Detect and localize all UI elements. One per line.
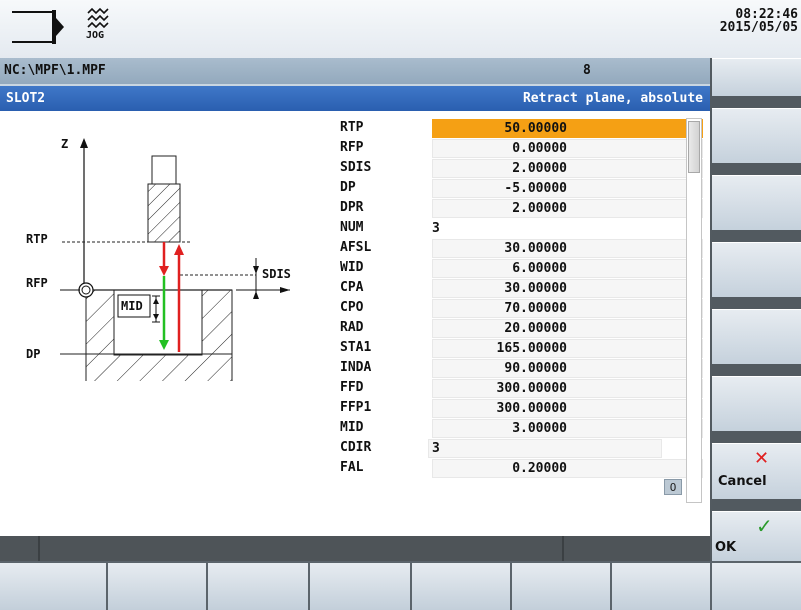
vertical-softkey-2[interactable] (712, 108, 801, 163)
program-path-bar: NC:\MPF\1.MPF 8 (0, 58, 710, 84)
param-label-mid: MID (340, 420, 364, 435)
cancel-label: Cancel (718, 474, 767, 489)
cycle-title-bar: SLOT2 Retract plane, absolute (0, 86, 710, 111)
cdir-toggle-icon[interactable]: O (664, 479, 682, 495)
param-field-sdis[interactable]: 2.00000 (432, 159, 703, 178)
horizontal-softkey-4[interactable] (310, 563, 410, 610)
param-label-fal: FAL (340, 460, 364, 475)
param-label-cpa: CPA (340, 280, 364, 295)
horizontal-softkey-3[interactable] (208, 563, 308, 610)
param-label-wid: WID (340, 260, 364, 275)
param-field-wid[interactable]: 6.00000 (432, 259, 703, 278)
param-field-rtp[interactable]: 50.00000 (432, 119, 703, 138)
param-field-afsl[interactable]: 30.00000 (432, 239, 703, 258)
parameter-description: Retract plane, absolute (522, 91, 703, 106)
jog-label: JOG (86, 30, 105, 41)
param-label-afsl: AFSL (340, 240, 372, 255)
cycle-name: SLOT2 (6, 91, 46, 106)
ok-check-icon: ✓ (756, 514, 773, 538)
cancel-icon: ✕ (754, 448, 770, 469)
scrollbar[interactable] (686, 118, 702, 503)
param-field-fal[interactable]: 0.20000 (432, 459, 703, 478)
param-field-dpr[interactable]: 2.00000 (432, 199, 703, 218)
param-label-dpr: DPR (340, 200, 364, 215)
param-field-rad[interactable]: 20.00000 (432, 319, 703, 338)
ok-label: OK (715, 540, 737, 555)
jog-mode-icon[interactable]: JOG (76, 3, 120, 51)
mid-label: MID (121, 299, 143, 313)
param-field-ffp1[interactable]: 300.00000 (432, 399, 703, 418)
horizontal-softkey-1[interactable] (0, 563, 106, 610)
dp-label: DP (26, 347, 41, 361)
sdis-label: SDIS (262, 267, 291, 281)
slot-diagram-graphic (60, 138, 290, 395)
param-field-cpo[interactable]: 70.00000 (432, 299, 703, 318)
scrollbar-thumb[interactable] (688, 121, 700, 173)
param-label-ffp1: FFP1 (340, 400, 372, 415)
param-label-rfp: RFP (340, 140, 364, 155)
param-label-num: NUM (340, 220, 364, 235)
param-field-num[interactable]: 3 (428, 219, 703, 238)
horizontal-softkey-2[interactable] (108, 563, 206, 610)
param-label-rtp: RTP (340, 120, 364, 135)
program-number: 8 (583, 63, 591, 78)
vertical-softkey-1[interactable] (712, 58, 801, 96)
param-field-dp[interactable]: -5.00000 (432, 179, 703, 198)
param-label-ffd: FFD (340, 380, 364, 395)
param-label-sta1: STA1 (340, 340, 372, 355)
horizontal-softkey-5[interactable] (412, 563, 510, 610)
status-divider (562, 536, 564, 561)
cancel-button[interactable]: ✕ Cancel (712, 443, 801, 499)
param-label-inda: INDA (340, 360, 372, 375)
vertical-softkey-4[interactable] (712, 242, 801, 297)
horizontal-softkey-8[interactable] (712, 563, 801, 610)
vertical-softkey-3[interactable] (712, 175, 801, 230)
param-field-ffd[interactable]: 300.00000 (432, 379, 703, 398)
machine-area-icon[interactable] (10, 6, 68, 48)
program-path: NC:\MPF\1.MPF (4, 63, 106, 78)
param-label-dp: DP (340, 180, 356, 195)
param-field-cpa[interactable]: 30.00000 (432, 279, 703, 298)
ok-button[interactable]: ✓ OK (712, 511, 801, 561)
param-label-cdir: CDIR (340, 440, 372, 455)
clock-date: 2015/05/05 (719, 20, 798, 35)
status-divider (38, 536, 40, 561)
parameter-list: RTP 50.00000 RFP 0.00000 SDIS 2.00000 DP… (340, 118, 703, 528)
param-field-cdir[interactable]: 3 (428, 439, 662, 458)
horizontal-softkey-6[interactable] (512, 563, 610, 610)
param-label-rad: RAD (340, 320, 364, 335)
param-field-sta1[interactable]: 165.00000 (432, 339, 703, 358)
z-axis-label: Z (61, 137, 69, 151)
param-field-inda[interactable]: 90.00000 (432, 359, 703, 378)
status-bar (0, 536, 710, 561)
horizontal-softkey-7[interactable] (612, 563, 710, 610)
param-label-sdis: SDIS (340, 160, 372, 175)
vertical-softkey-5[interactable] (712, 309, 801, 364)
param-label-cpo: CPO (340, 300, 364, 315)
param-field-rfp[interactable]: 0.00000 (432, 139, 703, 158)
rtp-label: RTP (26, 232, 48, 246)
rfp-label: RFP (26, 276, 48, 290)
vertical-softkey-6[interactable] (712, 376, 801, 431)
slot-diagram: Z RTP RFP DP MID SDIS (0, 111, 330, 395)
clock: 08:22:46 2015/05/05 (710, 0, 801, 58)
param-field-mid[interactable]: 3.00000 (432, 419, 703, 438)
